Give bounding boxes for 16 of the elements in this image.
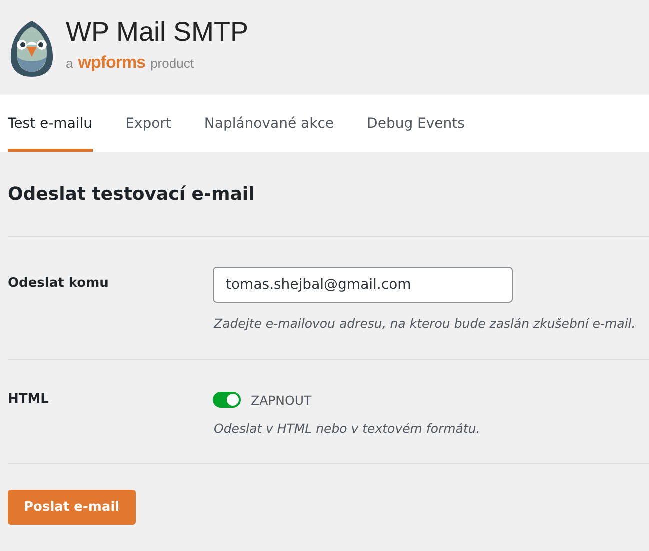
tab[interactable]: Test e-mailu <box>8 95 93 152</box>
tab[interactable]: Export <box>126 95 172 152</box>
tab[interactable]: Naplánované akce <box>204 95 334 152</box>
brand-name: wpforms <box>78 52 146 72</box>
field-hint: Zadejte e-mailovou adresu, na kterou bude zaslán zkušební e-mail. <box>214 316 637 331</box>
byline-text: a <box>66 56 74 70</box>
tab[interactable]: Debug Events <box>367 95 465 152</box>
section-title: Odeslat testovací e-mail <box>8 152 649 237</box>
email-input-field[interactable]: tomas.shejbal@gmail.com <box>213 267 513 303</box>
app-title: WP Mail SMTP <box>66 18 249 46</box>
field-label: Odeslat komu <box>8 275 110 293</box>
toggle-label: ZAPNOUT <box>251 392 312 408</box>
field-label: HTML <box>8 392 50 409</box>
field-hint: Odeslat v HTML nebo v textovém formátu. <box>214 421 482 436</box>
byline-text: product <box>150 56 194 70</box>
toggle-switch[interactable] <box>213 392 241 408</box>
